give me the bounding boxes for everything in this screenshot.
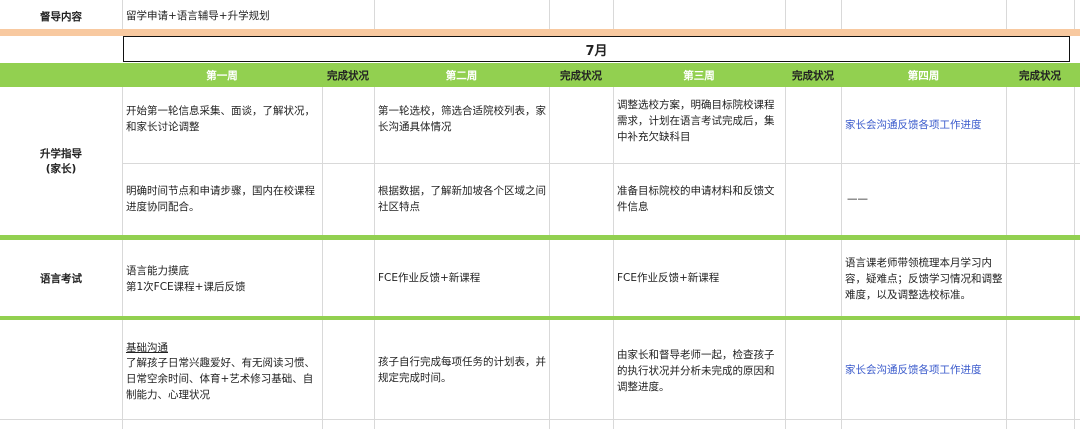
peach-divider <box>0 29 1080 36</box>
week3-header[interactable]: 第三周 <box>613 63 785 87</box>
basic-week4[interactable]: 家长会沟通反馈各项工作进度 <box>843 362 1005 378</box>
guidance-r1-week3[interactable]: 调整选校方案，明确目标院校课程 需求，计划在语言考试完成后，集 中补充欠缺科目 <box>615 97 785 145</box>
week2-status-header[interactable]: 完成状况 <box>549 63 613 87</box>
week1-status-header[interactable]: 完成状况 <box>322 63 374 87</box>
week4-status-header[interactable]: 完成状况 <box>1006 63 1074 87</box>
guidance-r2-week1[interactable]: 明确时间节点和申请步骤，国内在校课程 进度协同配合。 <box>124 183 320 215</box>
guidance-r2-week2[interactable]: 根据数据，了解新加坡各个区域之间 社区特点 <box>376 183 548 215</box>
guidance-label[interactable]: 升学指导 (家长) <box>0 88 122 235</box>
spreadsheet: 督导内容 留学申请+语言辅导+升学规划 7月 第一周 完成状况 第二周 完成状况… <box>0 0 1080 429</box>
basic-week2[interactable]: 孩子自行完成每项任务的计划表，并 规定完成时间。 <box>376 354 548 386</box>
basic-week1[interactable]: 了解孩子日常兴趣爱好、有无阅读习惯、 日常空余时间、体育+艺术修习基础、自 制能… <box>124 355 320 403</box>
guidance-r2-week3[interactable]: 准备目标院校的申请材料和反馈文 件信息 <box>615 183 785 215</box>
language-week3[interactable]: FCE作业反馈+新课程 <box>615 270 785 286</box>
guidance-r1-week2[interactable]: 第一轮选校，筛选合适院校列表，家 长沟通具体情况 <box>376 103 548 135</box>
language-week1[interactable]: 语言能力摸底 第1次FCE课程+课后反馈 <box>124 263 320 295</box>
language-week4[interactable]: 语言课老师带领梳理本月学习内 容，疑难点；反馈学习情况和调整 难度，以及调整选校… <box>843 255 1006 303</box>
month-title[interactable]: 7月 <box>123 36 1070 62</box>
basic-week3[interactable]: 由家长和督导老师一起，检查孩子 的执行状况并分析未完成的原因和 调整进度。 <box>615 347 785 395</box>
basic-week1-title[interactable]: 基础沟通 <box>124 340 320 356</box>
guidance-r2-week4[interactable]: —— <box>845 191 885 207</box>
section-divider-2 <box>0 316 1080 320</box>
guidance-r1-week4[interactable]: 家长会沟通反馈各项工作进度 <box>843 117 1005 133</box>
language-week2[interactable]: FCE作业反馈+新课程 <box>376 270 548 286</box>
supervision-value[interactable]: 留学申请+语言辅导+升学规划 <box>124 6 374 26</box>
week1-header[interactable]: 第一周 <box>123 63 321 87</box>
guidance-r1-week1[interactable]: 开始第一轮信息采集、面谈，了解状况， 和家长讨论调整 <box>124 103 320 135</box>
week3-status-header[interactable]: 完成状况 <box>785 63 841 87</box>
supervision-label[interactable]: 督导内容 <box>0 6 122 26</box>
week2-header[interactable]: 第二周 <box>374 63 549 87</box>
section-divider-1 <box>0 235 1080 240</box>
week4-header[interactable]: 第四周 <box>841 63 1006 87</box>
language-label[interactable]: 语言考试 <box>0 241 122 316</box>
